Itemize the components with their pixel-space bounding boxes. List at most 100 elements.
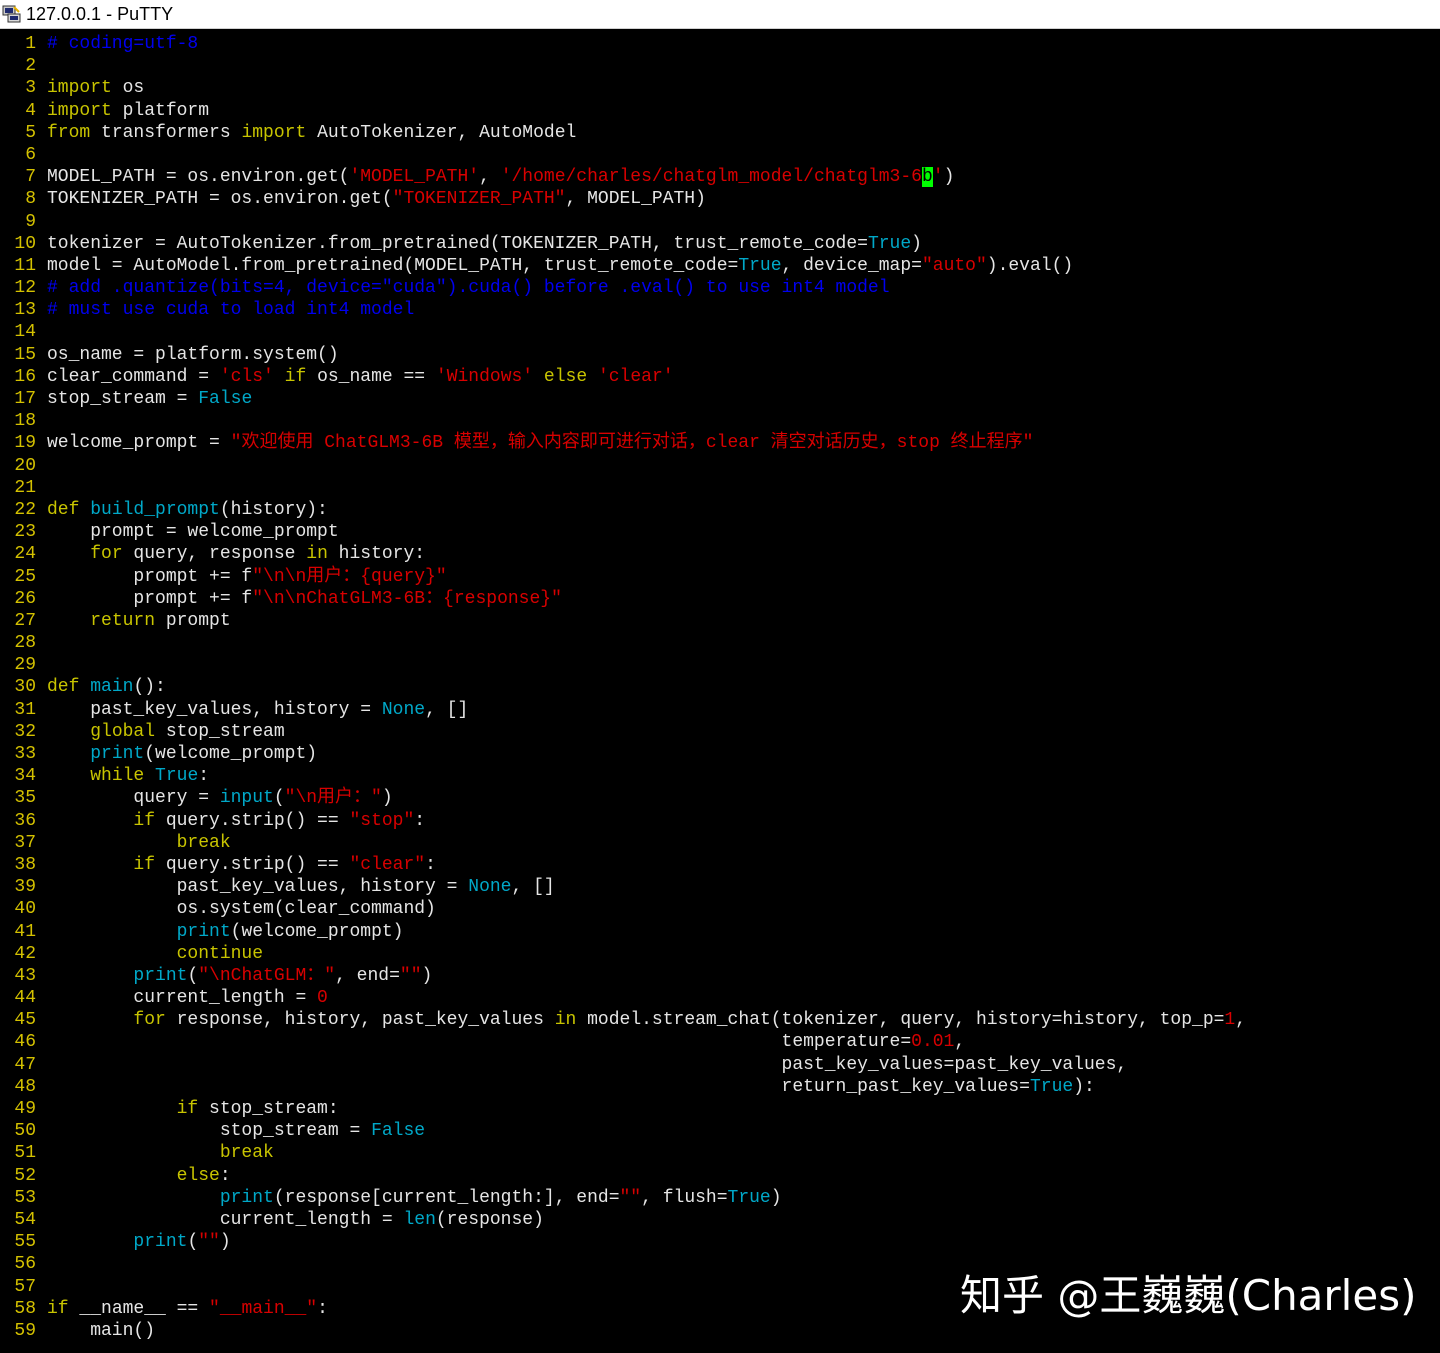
code-token: import <box>47 78 112 99</box>
code-token: query = <box>47 788 220 809</box>
code-token: print <box>219 1187 274 1208</box>
code-token: global <box>90 721 156 742</box>
code-token: None <box>381 699 426 720</box>
code-line: 21 <box>12 477 1246 499</box>
code-token: 0 <box>317 988 328 1009</box>
code-token: 'clear' <box>597 366 674 387</box>
code-token: 'Windows' <box>435 366 534 387</box>
line-number: 28 <box>14 633 36 654</box>
code-token: True <box>1029 1076 1074 1097</box>
line-number: 53 <box>14 1187 36 1208</box>
code-token: main() <box>47 1320 156 1341</box>
line-number: 12 <box>14 278 36 299</box>
line-number: 35 <box>14 788 36 809</box>
code-token: def <box>47 677 80 698</box>
code-token: , device_map= <box>781 255 922 276</box>
code-token: history: <box>327 544 426 565</box>
line-number: 44 <box>14 988 36 1009</box>
code-line: 1 # coding=utf-8 <box>12 33 1246 55</box>
line-number: 47 <box>14 1054 36 1075</box>
line-number: 41 <box>14 921 36 942</box>
code-line: 50 stop_stream = False <box>12 1120 1246 1142</box>
text-cursor: b <box>921 167 933 188</box>
terminal-screen[interactable]: 1 # coding=utf-8 2 3 import os 4 import platfo… <box>0 33 1440 1353</box>
code-line: 29 <box>12 654 1246 676</box>
code-token: ) <box>770 1187 782 1208</box>
code-token: import <box>47 100 112 121</box>
code-token: "stop" <box>349 810 415 831</box>
line-number: 4 <box>25 100 36 121</box>
code-line: 39 past_key_values, history = None, [] <box>12 876 1246 898</box>
line-number: 49 <box>14 1099 36 1119</box>
code-line: 52 else: <box>12 1165 1246 1187</box>
code-line: 51 break <box>12 1142 1246 1164</box>
code-token: stop_stream = <box>47 389 199 409</box>
code-token: in <box>554 1010 577 1031</box>
line-number: 51 <box>14 1143 36 1164</box>
code-token: if <box>176 1099 199 1119</box>
code-token: for <box>133 1010 166 1031</box>
code-token: , MODEL_PATH) <box>565 189 706 210</box>
code-token: __name__ == <box>68 1298 210 1319</box>
code-token: , flush= <box>641 1187 728 1208</box>
code-token: "__main__" <box>209 1298 318 1319</box>
code-line: 11 model = AutoModel.from_pretrained(MODE… <box>12 255 1246 277</box>
line-number: 8 <box>25 189 36 210</box>
line-number: 24 <box>14 544 36 565</box>
code-line: 26 prompt += f"\n\nChatGLM3-6B：{response… <box>12 588 1246 610</box>
line-number: 54 <box>14 1209 36 1230</box>
code-token: current_length = <box>47 988 318 1009</box>
code-line: 7 MODEL_PATH = os.environ.get('MODEL_PATH… <box>12 166 1246 188</box>
code-token: "\nChatGLM：" <box>198 965 336 986</box>
code-token: query, response <box>122 544 307 565</box>
code-token: (welcome_prompt) <box>144 744 318 764</box>
code-token: len <box>403 1209 436 1230</box>
code-token: if <box>133 854 156 875</box>
code-token: (): <box>133 677 166 698</box>
code-line: 42 continue <box>12 943 1246 965</box>
code-token: os_name == <box>306 366 436 387</box>
line-number: 59 <box>14 1320 36 1341</box>
code-token: , <box>1235 1010 1247 1031</box>
code-token: prompt += f <box>47 566 253 587</box>
code-token: input <box>219 788 274 809</box>
code-token: : <box>425 854 436 875</box>
code-token: TOKENIZER_PATH = os.environ.get( <box>47 189 393 210</box>
window-titlebar[interactable]: 127.0.0.1 - PuTTY <box>0 0 1440 29</box>
line-number: 29 <box>14 655 36 676</box>
code-token: : <box>219 1165 231 1186</box>
code-line: 33 print(welcome_prompt) <box>12 743 1246 765</box>
code-token: False <box>198 389 253 409</box>
code-line: 18 <box>12 410 1246 432</box>
code-token: response, history, past_key_values <box>165 1010 555 1031</box>
line-number: 2 <box>25 56 36 77</box>
line-number: 22 <box>14 499 36 520</box>
code-line: 55 print("") <box>12 1231 1246 1253</box>
code-token: False <box>371 1121 426 1142</box>
code-token: ) <box>381 788 393 809</box>
code-token: transformers <box>90 122 242 143</box>
code-token: (welcome_prompt) <box>230 921 404 942</box>
code-token: in <box>306 544 328 565</box>
code-token: True <box>155 766 199 787</box>
code-line: 36 if query.strip() == "stop": <box>12 810 1246 832</box>
code-line: 23 prompt = welcome_prompt <box>12 521 1246 543</box>
code-line: 22 def build_prompt(history): <box>12 499 1246 521</box>
code-token: "\n用户：" <box>284 788 382 809</box>
code-token: past_key_values, history = <box>47 877 469 898</box>
code-token: import <box>241 122 307 143</box>
line-number: 32 <box>14 721 36 742</box>
code-line: 54 current_length = len(response) <box>12 1209 1246 1231</box>
code-line: 43 print("\nChatGLM：", end="") <box>12 965 1246 987</box>
code-line: 15 os_name = platform.system() <box>12 344 1246 366</box>
code-token: , end= <box>335 965 400 986</box>
code-line: 37 break <box>12 832 1246 854</box>
code-line: 5 from transformers import AutoTokenizer,… <box>12 122 1246 144</box>
